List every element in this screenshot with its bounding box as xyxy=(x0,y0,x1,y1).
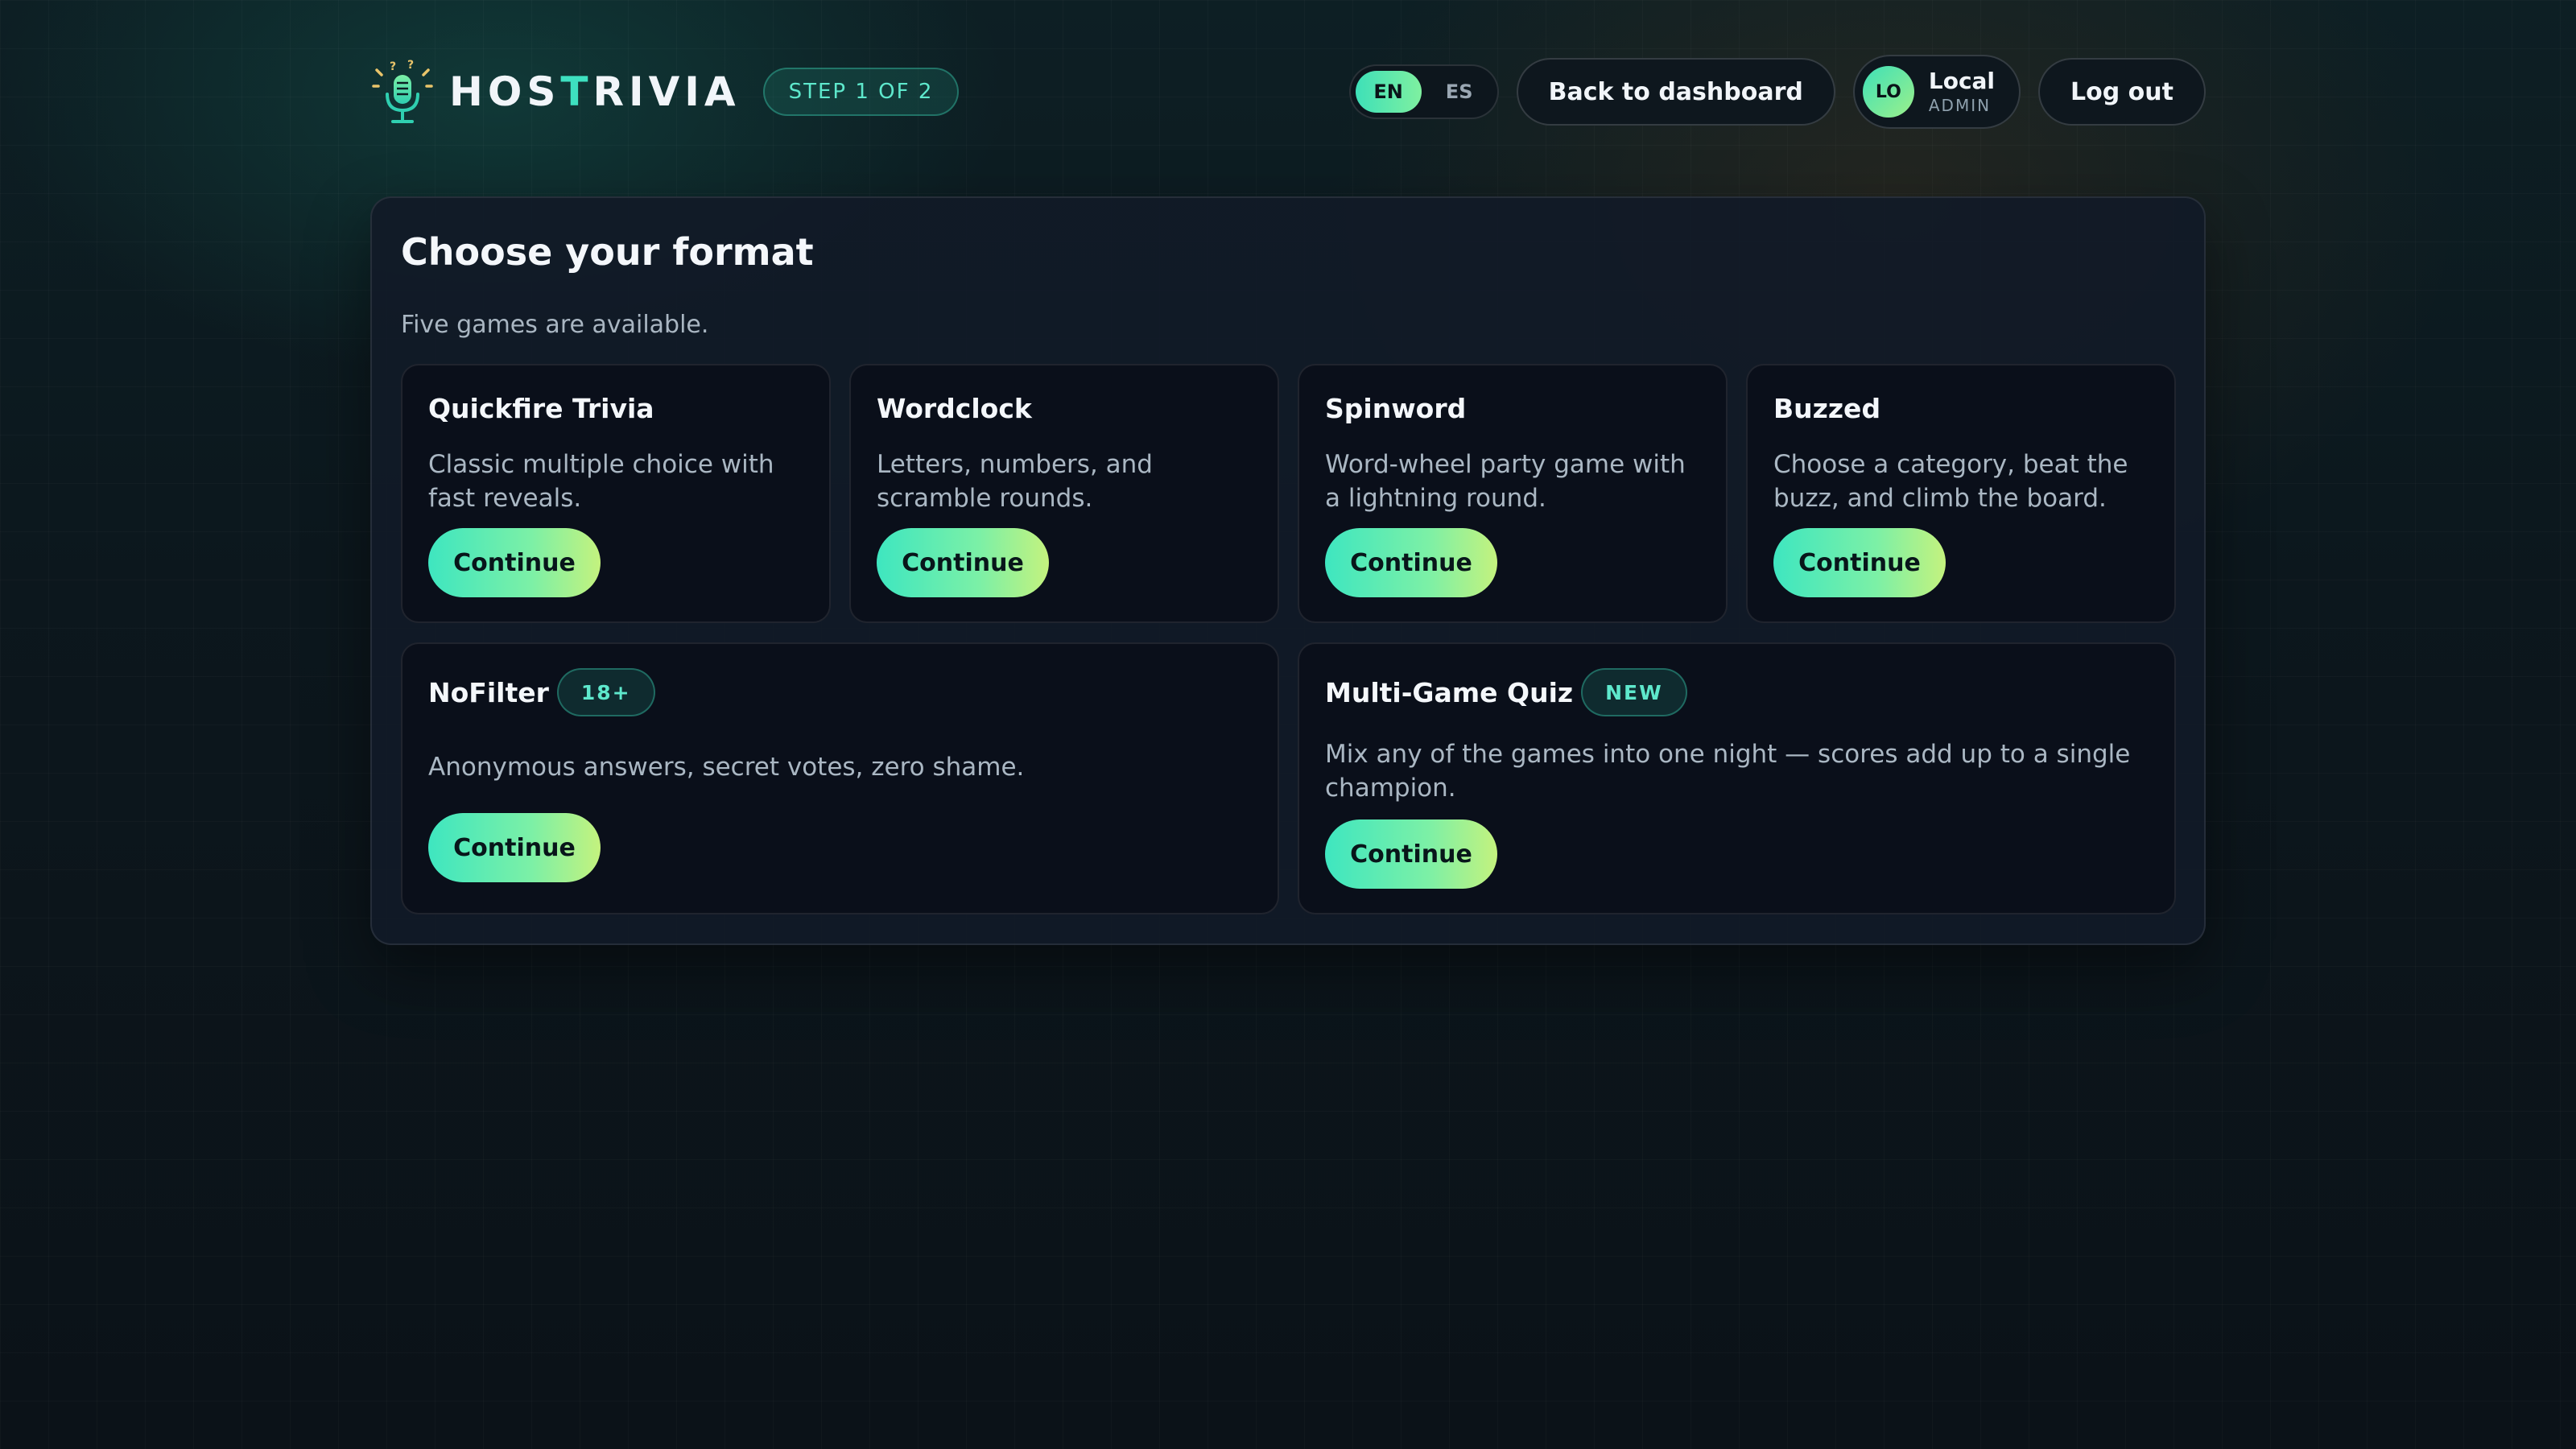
continue-button[interactable]: Continue xyxy=(428,528,601,597)
game-card-quickfire-trivia: Quickfire Trivia Classic multiple choice… xyxy=(401,364,831,623)
step-badge: STEP 1 OF 2 xyxy=(762,68,960,116)
game-title: Wordclock xyxy=(877,393,1032,424)
game-description: Classic multiple choice with fast reveal… xyxy=(428,450,774,513)
continue-button[interactable]: Continue xyxy=(428,813,601,882)
game-card-nofilter: NoFilter 18+ Anonymous answers, secret v… xyxy=(401,642,1279,914)
continue-button[interactable]: Continue xyxy=(1325,528,1497,597)
game-title-row: Multi-Game Quiz NEW xyxy=(1325,668,1687,716)
game-title: Quickfire Trivia xyxy=(428,393,654,424)
user-name: Local xyxy=(1928,67,1996,94)
game-description: Mix any of the games into one night — sc… xyxy=(1325,740,2131,803)
back-to-dashboard-button[interactable]: Back to dashboard xyxy=(1516,58,1835,126)
user-role: ADMIN xyxy=(1928,96,1992,116)
game-title: Spinword xyxy=(1325,393,1467,424)
avatar: LO xyxy=(1862,66,1914,118)
top-header: ? ? HOSTRIVIA STEP 1 OF 2 EN ES Back to … xyxy=(370,52,2206,132)
brand-accent-letter: T xyxy=(560,68,593,115)
game-description: Choose a category, beat the buzz, and cl… xyxy=(1773,450,2128,513)
user-menu[interactable]: LO Local ADMIN xyxy=(1852,55,2021,129)
game-title-row: NoFilter 18+ xyxy=(428,668,655,716)
game-card-spinword: Spinword Word-wheel party game with a li… xyxy=(1298,364,1728,623)
header-actions: EN ES Back to dashboard LO Local ADMIN L… xyxy=(1348,55,2206,129)
game-card-multi-game-quiz: Multi-Game Quiz NEW Mix any of the games… xyxy=(1298,642,2176,914)
continue-button[interactable]: Continue xyxy=(1325,819,1497,889)
lang-es-button[interactable]: ES xyxy=(1426,71,1492,113)
continue-button[interactable]: Continue xyxy=(1773,528,1946,597)
game-description: Anonymous answers, secret votes, zero sh… xyxy=(428,753,1025,782)
lang-en-button[interactable]: EN xyxy=(1355,71,1422,113)
game-description: Letters, numbers, and scramble rounds. xyxy=(877,450,1153,513)
game-title: NoFilter xyxy=(428,676,549,708)
continue-button[interactable]: Continue xyxy=(877,528,1049,597)
format-panel: Choose your format Five games are availa… xyxy=(370,196,2206,945)
svg-text:?: ? xyxy=(407,59,414,72)
logout-button[interactable]: Log out xyxy=(2038,58,2206,126)
game-title: Buzzed xyxy=(1773,393,1881,424)
brand-suffix: RIVIA xyxy=(592,68,741,115)
game-card-wordclock: Wordclock Letters, numbers, and scramble… xyxy=(849,364,1279,623)
brand[interactable]: ? ? HOSTRIVIA STEP 1 OF 2 xyxy=(370,56,960,128)
user-info: Local ADMIN xyxy=(1928,67,1996,116)
brand-name: HOSTRIVIA xyxy=(449,68,741,115)
age-rating-badge: 18+ xyxy=(556,668,655,716)
game-title: Multi-Game Quiz xyxy=(1325,676,1574,708)
svg-text:?: ? xyxy=(390,60,396,73)
microphone-icon: ? ? xyxy=(370,56,435,128)
language-toggle: EN ES xyxy=(1348,64,1499,119)
new-badge: NEW xyxy=(1581,668,1687,716)
page-title: Choose your format xyxy=(401,230,814,274)
page-subtitle: Five games are available. xyxy=(401,311,709,339)
game-card-buzzed: Buzzed Choose a category, beat the buzz,… xyxy=(1746,364,2176,623)
brand-prefix: HOS xyxy=(449,68,561,115)
game-description: Word-wheel party game with a lightning r… xyxy=(1325,450,1686,513)
